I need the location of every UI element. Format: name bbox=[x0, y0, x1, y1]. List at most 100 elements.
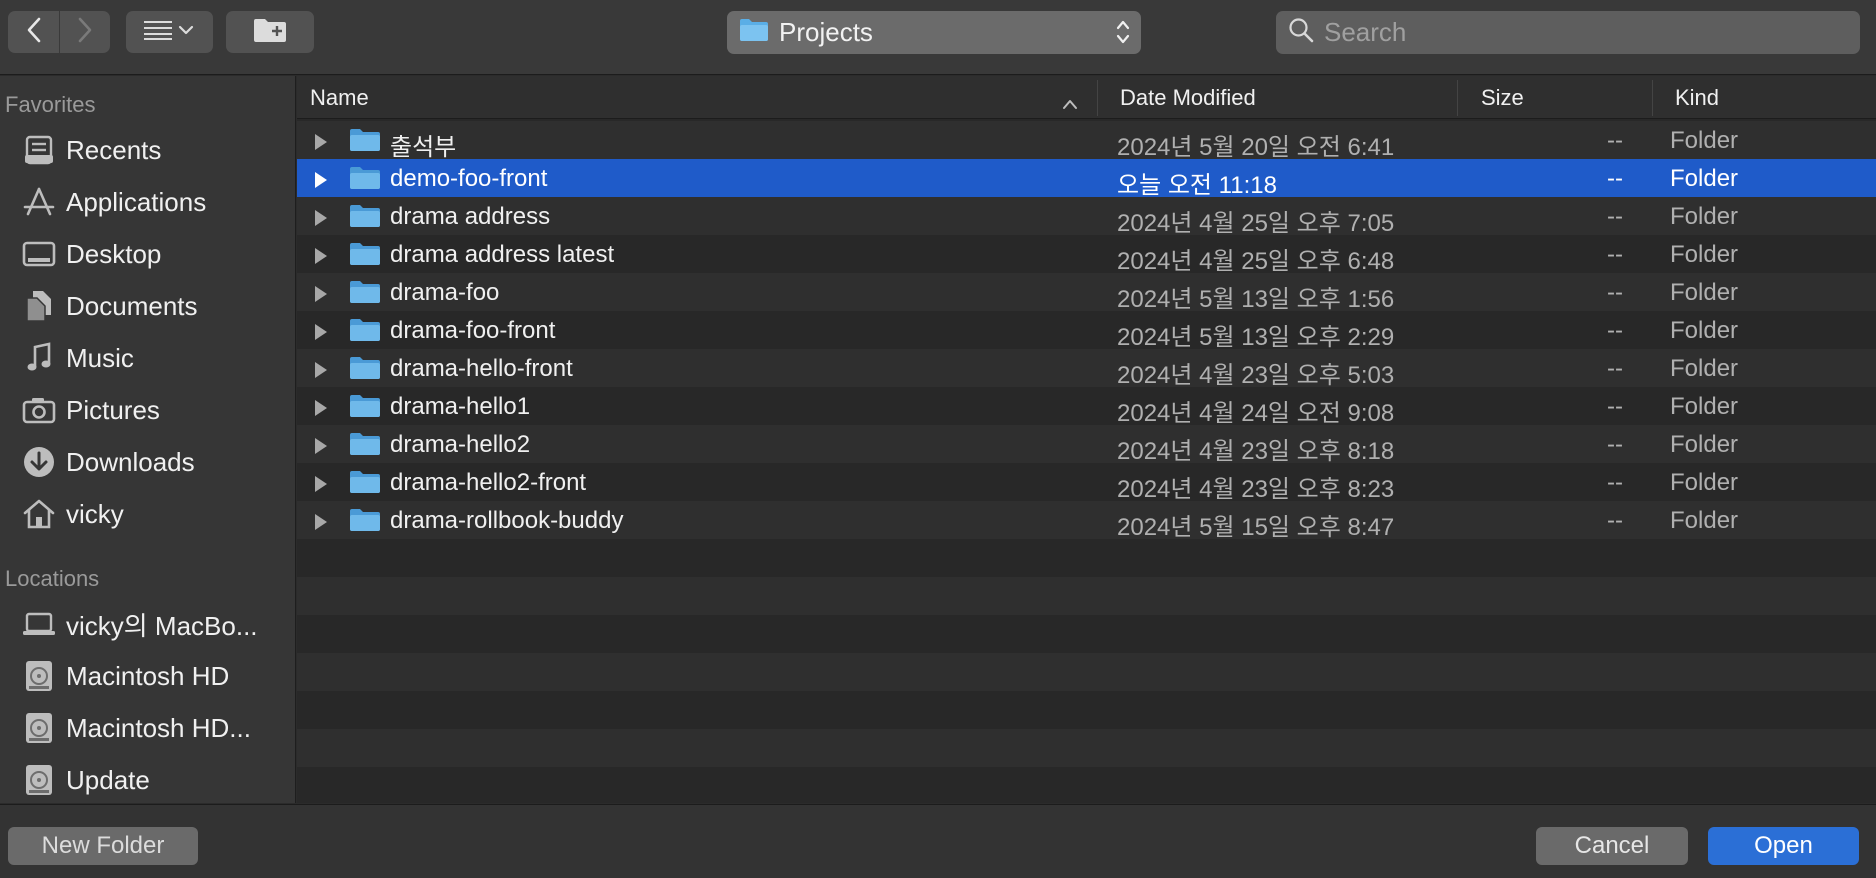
disclosure-triangle-icon[interactable] bbox=[313, 434, 329, 462]
file-size: -- bbox=[1607, 469, 1623, 496]
column-header-date-label: Date Modified bbox=[1120, 84, 1256, 110]
list-item[interactable]: drama-hello-front 2024년 4월 23일 오후 5:03 -- F… bbox=[297, 349, 1876, 389]
open-button[interactable]: Open bbox=[1708, 827, 1859, 865]
sidebar-item-label: Macintosh HD bbox=[66, 660, 230, 691]
sidebar-item-macbook[interactable]: vicky의 MacBo... bbox=[20, 603, 258, 645]
file-date-modified: 2024년 4월 23일 오후 8:18 bbox=[1117, 438, 1395, 465]
desktop-icon bbox=[20, 235, 58, 273]
sidebar-item-downloads[interactable]: Downloads bbox=[20, 441, 195, 483]
disclosure-triangle-icon[interactable] bbox=[313, 282, 329, 310]
new-folder-toolbar-button[interactable] bbox=[226, 11, 314, 53]
folder-icon bbox=[349, 470, 381, 501]
sidebar-item-music[interactable]: Music bbox=[20, 337, 134, 379]
nav-button-group bbox=[8, 11, 110, 53]
sidebar: Favorites Recents Applications Desktop D… bbox=[0, 76, 296, 803]
search-icon bbox=[1288, 17, 1314, 48]
disclosure-triangle-icon[interactable] bbox=[313, 130, 329, 158]
list-item[interactable]: drama-rollbook-buddy 2024년 5월 15일 오후 8:47… bbox=[297, 501, 1876, 541]
file-kind: Folder bbox=[1670, 165, 1739, 192]
file-date-modified: 2024년 5월 13일 오후 2:29 bbox=[1117, 324, 1395, 351]
list-item[interactable]: drama-hello2 2024년 4월 23일 오후 8:18 -- Folder bbox=[297, 425, 1876, 465]
sidebar-item-macintosh-hd[interactable]: Macintosh HD bbox=[20, 655, 229, 697]
list-header: Name Date Modified Size Kind bbox=[297, 76, 1876, 119]
sidebar-item-macintosh-hd-data[interactable]: Macintosh HD... bbox=[20, 707, 251, 749]
disclosure-triangle-icon[interactable] bbox=[313, 320, 329, 348]
list-item[interactable]: drama-foo-front 2024년 5월 13일 오후 2:29 -- Fol… bbox=[297, 311, 1876, 351]
sidebar-item-documents[interactable]: Documents bbox=[20, 285, 198, 327]
back-button[interactable] bbox=[8, 11, 59, 53]
list-item[interactable]: drama-hello2-front 2024년 4월 23일 오후 8:23 --… bbox=[297, 463, 1876, 503]
empty-row bbox=[297, 729, 1876, 767]
locations-heading: Locations bbox=[5, 566, 100, 591]
folder-icon bbox=[349, 432, 381, 463]
favorites-heading: Favorites bbox=[5, 92, 96, 117]
location-popup[interactable]: Projects bbox=[727, 11, 1141, 54]
sidebar-item-applications[interactable]: Applications bbox=[20, 181, 206, 223]
new-folder-button[interactable]: New Folder bbox=[8, 827, 198, 865]
applications-icon bbox=[20, 183, 58, 221]
file-date-modified: 2024년 4월 25일 오후 6:48 bbox=[1117, 248, 1395, 275]
sidebar-item-label: Pictures bbox=[66, 394, 160, 425]
sidebar-item-label: Documents bbox=[66, 290, 198, 321]
file-name: demo-foo-front bbox=[390, 165, 548, 192]
music-icon bbox=[20, 339, 58, 377]
search-input[interactable] bbox=[1324, 17, 1824, 48]
file-date-modified: 2024년 4월 25일 오후 7:05 bbox=[1117, 210, 1395, 237]
file-date-modified: 2024년 5월 20일 오전 6:41 bbox=[1117, 134, 1395, 161]
column-header-size[interactable]: Size bbox=[1481, 76, 1641, 119]
home-icon bbox=[20, 495, 58, 533]
downloads-icon bbox=[20, 443, 58, 481]
sidebar-item-vicky[interactable]: vicky bbox=[20, 493, 124, 535]
cancel-button[interactable]: Cancel bbox=[1536, 827, 1688, 865]
column-divider[interactable] bbox=[1457, 80, 1458, 116]
empty-row bbox=[297, 577, 1876, 615]
empty-row bbox=[297, 767, 1876, 803]
disclosure-triangle-icon[interactable] bbox=[313, 472, 329, 500]
sidebar-item-pictures[interactable]: Pictures bbox=[20, 389, 160, 431]
file-kind: Folder bbox=[1670, 355, 1739, 382]
documents-icon bbox=[20, 287, 58, 325]
file-name: drama-rollbook-buddy bbox=[390, 507, 624, 534]
column-header-date[interactable]: Date Modified bbox=[1120, 76, 1450, 119]
disclosure-triangle-icon[interactable] bbox=[313, 168, 329, 196]
file-kind: Folder bbox=[1670, 279, 1739, 306]
file-size: -- bbox=[1607, 241, 1623, 268]
empty-row bbox=[297, 653, 1876, 691]
search-field[interactable] bbox=[1276, 11, 1860, 54]
file-name: 출석부 bbox=[390, 134, 457, 161]
up-down-arrows-icon bbox=[1115, 16, 1131, 53]
view-options-button[interactable] bbox=[126, 11, 213, 53]
empty-row bbox=[297, 615, 1876, 653]
disclosure-triangle-icon[interactable] bbox=[313, 510, 329, 538]
forward-button[interactable] bbox=[59, 11, 110, 53]
column-header-kind[interactable]: Kind bbox=[1675, 76, 1865, 119]
sidebar-item-label: Update bbox=[66, 764, 150, 795]
empty-row bbox=[297, 691, 1876, 729]
folder-icon bbox=[349, 242, 381, 273]
column-header-name-label: Name bbox=[310, 84, 369, 110]
list-item[interactable]: drama address 2024년 4월 25일 오후 7:05 -- Folde… bbox=[297, 197, 1876, 237]
laptop-icon bbox=[20, 605, 58, 643]
folder-icon bbox=[349, 128, 381, 159]
disclosure-triangle-icon[interactable] bbox=[313, 206, 329, 234]
file-name: drama-hello2-front bbox=[390, 469, 587, 496]
file-name: drama-foo-front bbox=[390, 317, 556, 344]
sidebar-item-desktop[interactable]: Desktop bbox=[20, 233, 161, 275]
column-header-name[interactable]: Name bbox=[310, 76, 1110, 119]
list-item[interactable]: 출석부 2024년 5월 20일 오전 6:41 -- Folder bbox=[297, 121, 1876, 161]
disclosure-triangle-icon[interactable] bbox=[313, 358, 329, 386]
file-date-modified: 2024년 5월 15일 오후 8:47 bbox=[1117, 514, 1395, 541]
list-item[interactable]: drama-foo 2024년 5월 13일 오후 1:56 -- Folder bbox=[297, 273, 1876, 313]
disclosure-triangle-icon[interactable] bbox=[313, 244, 329, 272]
disclosure-triangle-icon[interactable] bbox=[313, 396, 329, 424]
sidebar-item-update[interactable]: Update bbox=[20, 759, 150, 801]
file-date-modified: 2024년 4월 24일 오전 9:08 bbox=[1117, 400, 1395, 427]
list-item[interactable]: drama-hello1 2024년 4월 24일 오전 9:08 -- Folder bbox=[297, 387, 1876, 427]
sidebar-item-label: Applications bbox=[66, 186, 207, 217]
sidebar-item-recents[interactable]: Recents bbox=[20, 129, 161, 171]
disk-icon bbox=[20, 709, 58, 747]
column-divider[interactable] bbox=[1097, 80, 1098, 116]
column-divider[interactable] bbox=[1652, 80, 1653, 116]
list-item[interactable]: demo-foo-front 오늘 오전 11:18 -- Folder bbox=[297, 159, 1876, 199]
list-item[interactable]: drama address latest 2024년 4월 25일 오후 6:48… bbox=[297, 235, 1876, 275]
